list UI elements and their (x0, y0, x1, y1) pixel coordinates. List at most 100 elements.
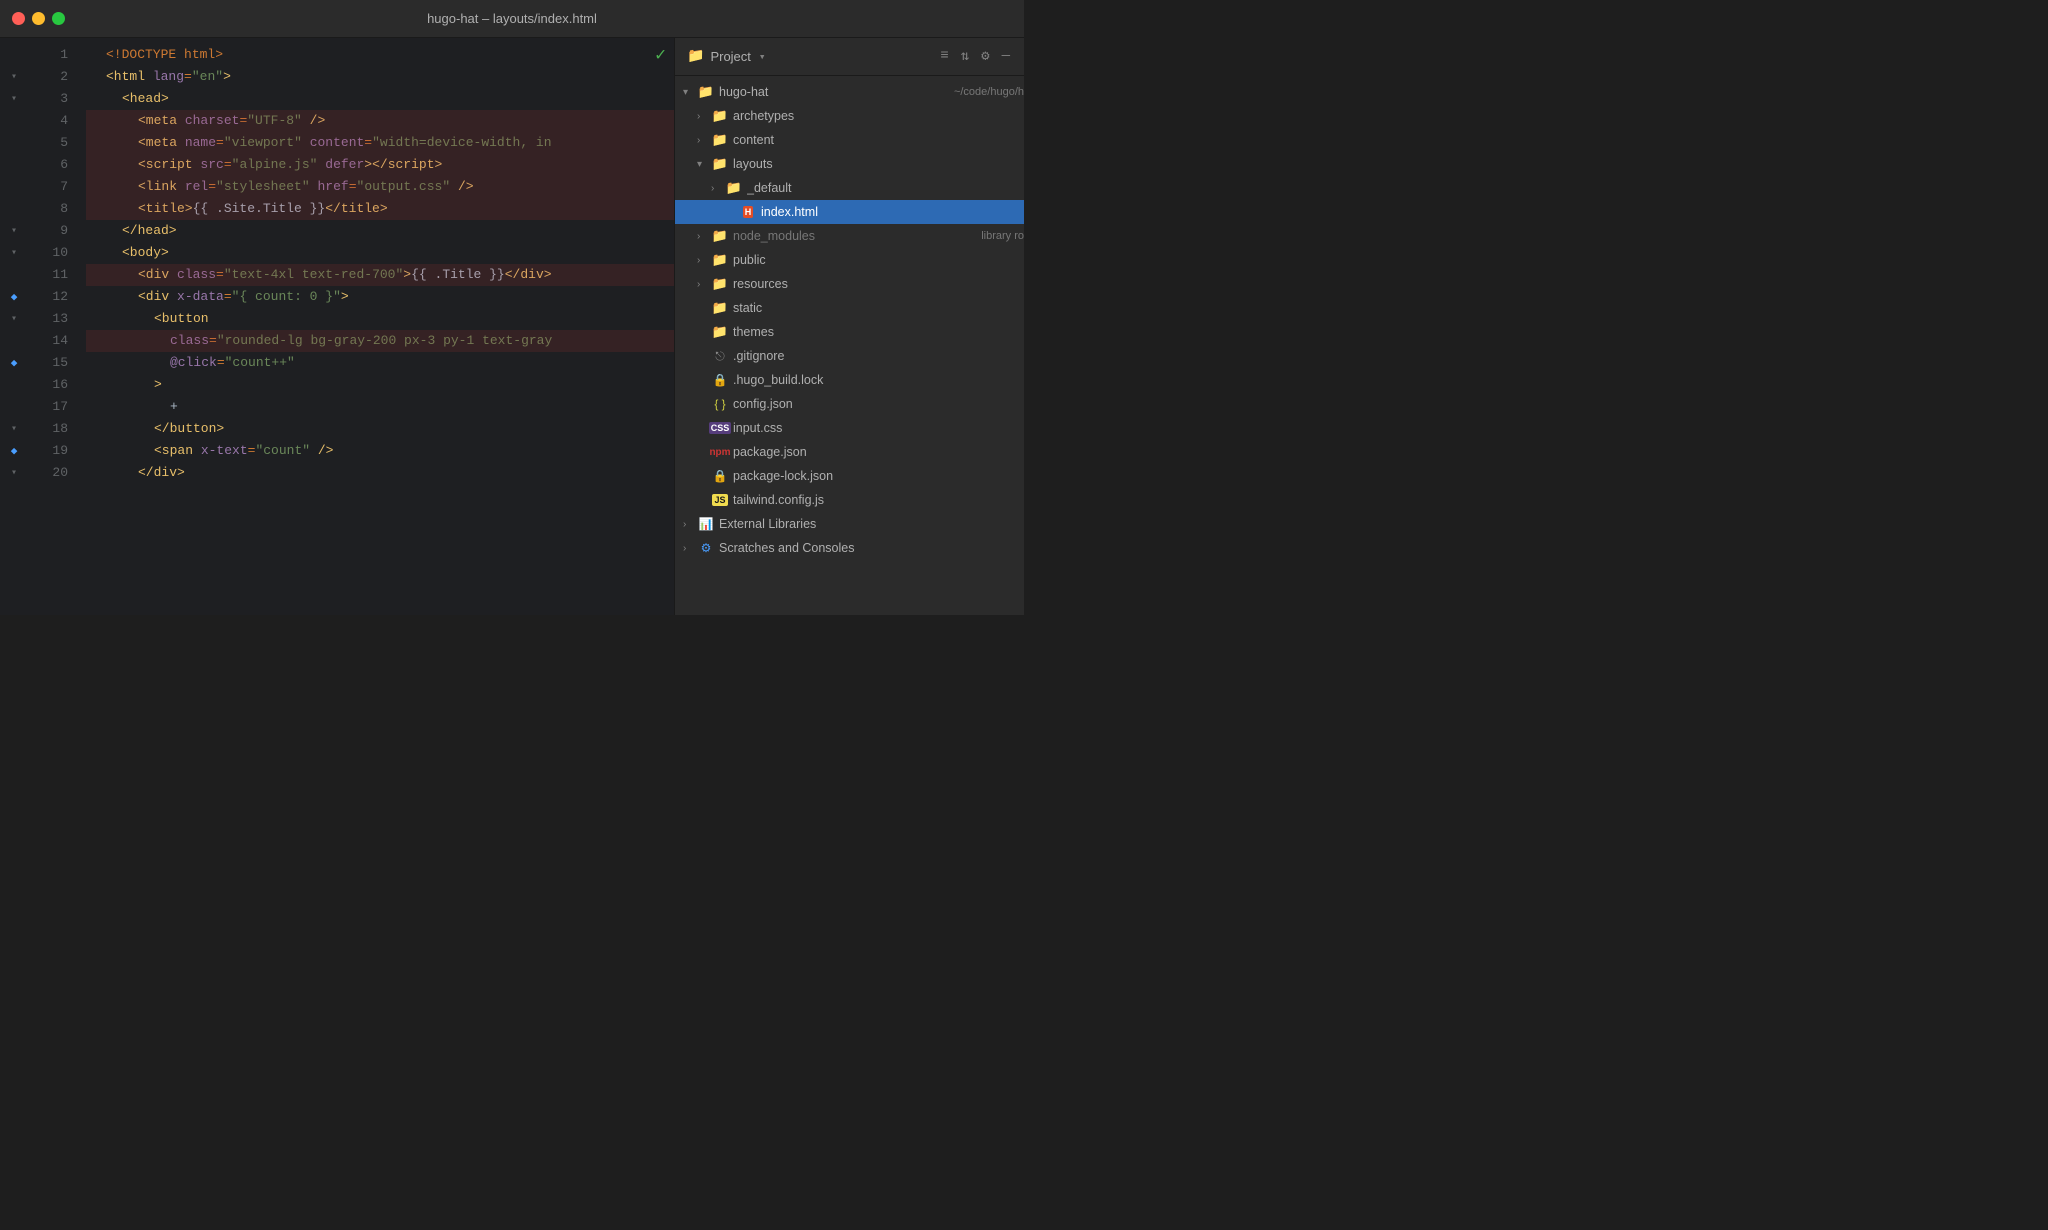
folder-icon: 📁 (712, 324, 728, 340)
tree-item-archetypes[interactable]: ›📁archetypes (675, 104, 1024, 128)
titlebar: hugo-hat – layouts/index.html (0, 0, 1024, 38)
gutter-line-14 (0, 330, 28, 352)
code-line-16: > (86, 374, 674, 396)
token-space (177, 176, 185, 198)
line-number-15: 15 (28, 352, 68, 374)
gutter-line-6 (0, 154, 28, 176)
gear-icon[interactable]: ⚙ (979, 46, 991, 67)
tree-item-public[interactable]: ›📁public (675, 248, 1024, 272)
code-line-6: <script src="alpine.js" defer></script> (86, 154, 674, 176)
tree-item-icon-config.json: { } (711, 397, 729, 411)
code-line-17: + (86, 396, 674, 418)
fold-arrow[interactable]: ▾ (11, 225, 17, 237)
tree-item-icon-input.css: CSS (711, 422, 729, 434)
tree-item-label-tailwind.config.js: tailwind.config.js (733, 493, 1024, 507)
tree-item-package-lock.json[interactable]: 🔒package-lock.json (675, 464, 1024, 488)
token-punct: = (239, 110, 247, 132)
gutter-line-8 (0, 198, 28, 220)
fold-arrow[interactable]: ▾ (11, 71, 17, 83)
fold-arrow[interactable]: ▾ (11, 313, 17, 325)
line-number-12: 12 (28, 286, 68, 308)
fold-arrow[interactable]: ▾ (11, 423, 17, 435)
tree-item-.hugo_build.lock[interactable]: 🔒.hugo_build.lock (675, 368, 1024, 392)
tree-item-config.json[interactable]: { } config.json (675, 392, 1024, 416)
line-number-8: 8 (28, 198, 68, 220)
minimize-panel-icon[interactable]: — (1000, 46, 1012, 67)
code-line-10: <body> (86, 242, 674, 264)
tree-item-tailwind.config.js[interactable]: JStailwind.config.js (675, 488, 1024, 512)
token-punct: = (209, 330, 217, 352)
tree-item-index.html[interactable]: Hindex.html (675, 200, 1024, 224)
token-attr: href (317, 176, 348, 198)
tree-item-scratches[interactable]: ›⚙Scratches and Consoles (675, 536, 1024, 560)
token-tag: <link (138, 176, 177, 198)
tree-item-label-themes: themes (733, 325, 1024, 339)
token-attr: class (170, 330, 209, 352)
fold-arrow[interactable]: ▾ (11, 93, 17, 105)
token-kw: html (184, 44, 215, 66)
tree-item-hugo-hat[interactable]: ▾📁hugo-hat~/code/hugo/h (675, 80, 1024, 104)
tree-arrow: › (697, 135, 711, 146)
fold-arrow[interactable]: ▾ (11, 467, 17, 479)
tree-item-icon-index.html: H (739, 206, 757, 218)
sidebar-header: 📁 Project ▾ ≡ ⇅ ⚙ — (675, 38, 1024, 76)
project-folder-icon: 📁 (687, 48, 704, 65)
token-str: "text-4xl text-red-700" (224, 264, 403, 286)
code-area[interactable]: <!DOCTYPE html><html lang="en"><head><me… (78, 38, 674, 615)
token-plus: + (170, 396, 178, 418)
maximize-button[interactable] (52, 12, 65, 25)
line-number-10: 10 (28, 242, 68, 264)
tree-item-layouts[interactable]: ▾📁layouts (675, 152, 1024, 176)
token-tag: /> (310, 110, 326, 132)
token-tag: <html (106, 66, 145, 88)
folder-icon: 📁 (726, 180, 742, 196)
root-folder-icon: 📁 (698, 84, 714, 100)
line-number-7: 7 (28, 176, 68, 198)
token-tag: script> (388, 154, 443, 176)
tree-item-external-libraries[interactable]: ›📊External Libraries (675, 512, 1024, 536)
sidebar-chevron[interactable]: ▾ (759, 50, 766, 64)
list-layout-icon[interactable]: ⇅ (959, 46, 971, 67)
tree-item-resources[interactable]: ›📁resources (675, 272, 1024, 296)
token-space (169, 264, 177, 286)
tree-item-input.css[interactable]: CSSinput.css (675, 416, 1024, 440)
line-number-4: 4 (28, 110, 68, 132)
token-tag: > (154, 374, 162, 396)
token-tag: </title> (325, 198, 387, 220)
tree-arrow: › (683, 543, 697, 554)
code-line-12: <div x-data="{ count: 0 }"> (86, 286, 674, 308)
token-space (177, 110, 185, 132)
fold-arrow[interactable]: ▾ (11, 247, 17, 259)
code-line-19: <span x-text="count" /> (86, 440, 674, 462)
line-number-19: 19 (28, 440, 68, 462)
diamond-marker: ◆ (11, 444, 18, 458)
tree-item-content[interactable]: ›📁content (675, 128, 1024, 152)
code-line-14: class="rounded-lg bg-gray-200 px-3 py-1 … (86, 330, 674, 352)
tree-item-label-scratches: Scratches and Consoles (719, 541, 1024, 555)
token-alpine: @click (170, 352, 217, 374)
tree-item-label-hugo-hat: hugo-hat (719, 85, 948, 99)
tree-item-static[interactable]: 📁static (675, 296, 1024, 320)
folder-icon: 📁 (712, 156, 728, 172)
code-line-4: <meta charset="UTF-8" /> (86, 110, 674, 132)
token-tag: </button> (154, 418, 224, 440)
code-line-5: <meta name="viewport" content="width=dev… (86, 132, 674, 154)
diamond-marker: ◆ (11, 356, 18, 370)
tree-item-icon-hugo-hat: 📁 (697, 84, 715, 100)
lock-file-icon: 🔒 (713, 469, 728, 483)
tree-item-package.json[interactable]: npmpackage.json (675, 440, 1024, 464)
tree-item-label-config.json: config.json (733, 397, 1024, 411)
close-button[interactable] (12, 12, 25, 25)
minimize-button[interactable] (32, 12, 45, 25)
tree-item-node_modules[interactable]: ›📁node_moduleslibrary ro (675, 224, 1024, 248)
tree-item-.gitignore[interactable]: ⎋.gitignore (675, 344, 1024, 368)
lock-file-icon: 🔒 (713, 373, 728, 387)
token-tag: </div> (138, 462, 185, 484)
tree-item-_default[interactable]: ›📁_default (675, 176, 1024, 200)
list-filter-icon[interactable]: ≡ (938, 46, 950, 67)
tree-arrow: › (697, 279, 711, 290)
token-str: "output.css" (357, 176, 451, 198)
tree-item-themes[interactable]: 📁 themes (675, 320, 1024, 344)
editor-pane: ✓ ▾▾▾▾◆▾◆▾◆▾ 123456789101112131415161718… (0, 38, 674, 615)
gutter-line-18: ▾ (0, 418, 28, 440)
